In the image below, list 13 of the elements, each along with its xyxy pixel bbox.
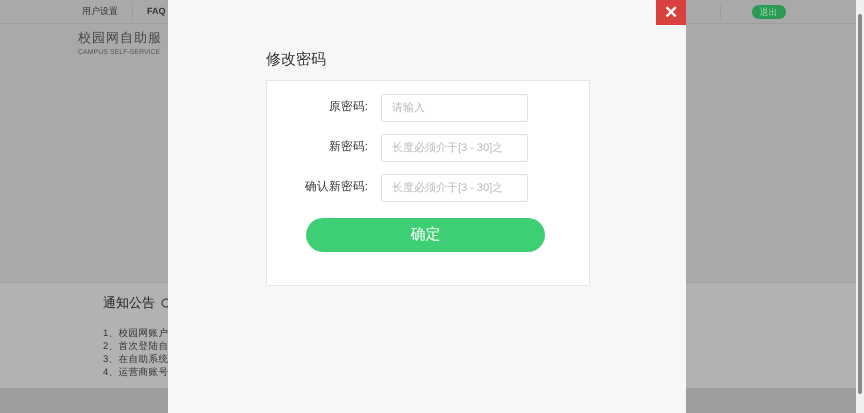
site-title: 校园网自助服: [78, 29, 162, 47]
input-field[interactable]: 请输入: [381, 94, 528, 122]
logout-button[interactable]: 退出: [752, 4, 786, 18]
input-field[interactable]: 长度必须介于[3 - 30]之: [381, 174, 528, 202]
field-label: 确认新密码:: [304, 179, 368, 196]
input-field[interactable]: 长度必须介于[3 - 30]之: [381, 134, 528, 162]
field-label: 原密码:: [328, 99, 368, 116]
notice-title: 通知公告: [103, 294, 155, 312]
field-label: 新密码:: [328, 139, 368, 156]
nav-link[interactable]: 用户设置: [82, 4, 118, 18]
nav-link[interactable]: FAQ: [147, 4, 166, 18]
close-button[interactable]: ✕: [656, 0, 686, 25]
dialog-title: 修改密码: [266, 50, 327, 70]
